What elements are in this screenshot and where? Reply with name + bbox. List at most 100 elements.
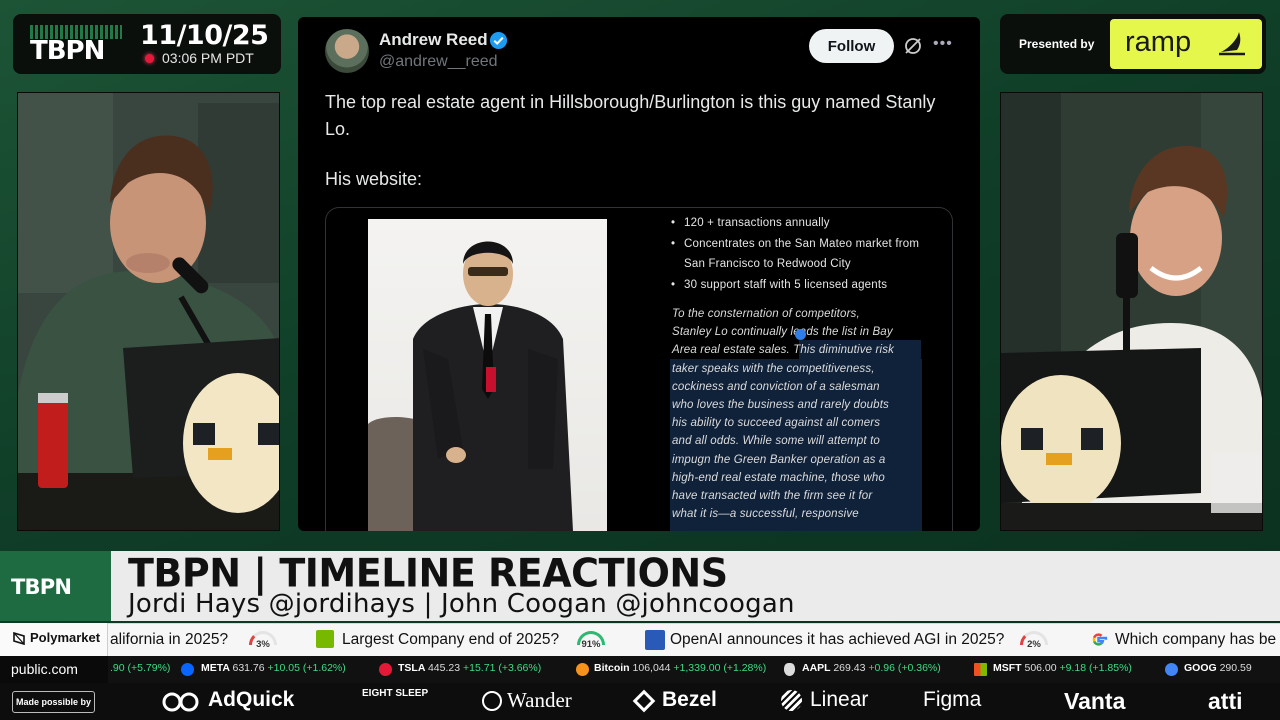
presented-by-label: Presented by	[1019, 37, 1095, 51]
tbpn-logo-text: TBPN	[30, 36, 105, 66]
host-right-video-icon	[1001, 93, 1262, 530]
host-left-video-icon	[18, 93, 279, 530]
stock-price: 269.43	[833, 662, 866, 674]
made-possible-label: Made possible by	[12, 691, 95, 713]
stock-quote: AAPL 269.43 +0.96 (+0.36%)	[802, 662, 941, 674]
wander-globe-icon	[482, 691, 502, 711]
apple-icon	[784, 663, 795, 676]
quote-line: taker speaks with the competitiveness,	[672, 362, 875, 375]
host-names: Jordi Hays @jordihays | John Coogan @joh…	[128, 589, 795, 619]
quote-line: high-end real estate machine, those who	[672, 471, 885, 484]
meta-icon	[181, 663, 194, 676]
selection-handle-icon[interactable]	[795, 329, 806, 340]
author-name[interactable]: Andrew Reed	[379, 30, 488, 50]
stock-price: 106,044	[632, 662, 671, 674]
market-question: OpenAI announces it has achieved AGI in …	[670, 631, 1005, 648]
quote-line: who loves the business and rarely doubts	[672, 399, 889, 412]
quote-line: and all odds. While some will attempt to	[672, 435, 880, 448]
public-com-label: public.com	[11, 661, 78, 677]
stock-change: (+5.79%)	[127, 662, 171, 674]
stock-price: 631.76	[232, 662, 265, 674]
stock-price: 506.00	[1024, 662, 1057, 674]
stock-quote: GOOG 290.59	[1184, 662, 1252, 674]
market-odds-gauge: 2%	[1020, 631, 1048, 653]
quote-line: have transacted with the firm see it for	[672, 490, 873, 503]
stock-symbol: Bitcoin	[594, 662, 630, 674]
stock-price: 445.23	[427, 662, 461, 674]
sponsor-bezel: Bezel	[662, 688, 717, 711]
list-item: 30 support staff with 5 licensed agents	[671, 275, 921, 296]
market-question: Largest Company end of 2025?	[342, 631, 560, 648]
stock-symbol: MSFT	[993, 662, 1022, 674]
polymarket-label: Polymarket	[30, 630, 101, 645]
stock-symbol: AAPL	[802, 662, 831, 674]
stock-change: +15.71 (+3.66%)	[463, 662, 542, 674]
broadcast-time: 03:06 PM PDT	[162, 50, 254, 66]
stock-change: +10.05 (+1.62%)	[267, 662, 346, 674]
linear-icon	[781, 690, 802, 711]
quote-line: what it is—a successful, responsive	[672, 508, 859, 521]
sponsor-figma: Figma	[923, 688, 982, 711]
broadcast-screen: TBPN 11/10/25 03:06 PM PDT Presented by …	[0, 0, 1280, 720]
stock-price: .90	[110, 662, 125, 674]
camera-feed-right	[1000, 92, 1263, 531]
sponsor-vanta: Vanta	[1064, 688, 1126, 714]
broadcast-date: 11/10/25	[140, 20, 269, 51]
verified-badge-icon	[489, 31, 508, 50]
market-odds-gauge: 91%	[577, 631, 605, 653]
quote-line: impugn the Green Banker operation as a	[672, 453, 886, 466]
nvidia-icon	[316, 630, 334, 648]
live-indicator-icon	[145, 54, 154, 63]
gauge-icon	[249, 631, 277, 645]
sponsor-eight-sleep: EIGHT SLEEP	[362, 688, 429, 699]
openai-market-icon	[645, 630, 665, 650]
stock-quote: .90 (+5.79%)	[110, 662, 170, 674]
agent-photo	[368, 219, 607, 531]
sponsor-adquick: AdQuick	[208, 688, 295, 711]
bitcoin-icon	[576, 663, 589, 676]
gauge-icon	[1020, 631, 1048, 645]
gauge-icon	[577, 631, 605, 645]
grok-icon[interactable]	[903, 36, 923, 56]
stock-quote: Bitcoin 106,044 +1,339.00 (+1.28%)	[594, 662, 766, 674]
quote-line: his ability to succeed against all comer…	[672, 417, 881, 430]
author-avatar[interactable]	[325, 29, 369, 73]
market-question: Which company has be	[1115, 631, 1277, 648]
list-item: Concentrates on the San Mateo market fro…	[671, 234, 921, 275]
tweet-text: The top real estate agent in Hillsboroug…	[325, 92, 936, 139]
more-options-icon[interactable]: •••	[933, 35, 953, 53]
microsoft-icon	[974, 663, 987, 676]
stock-symbol: TSLA	[398, 662, 426, 674]
sponsor-attio: atti	[1208, 688, 1243, 714]
tbpn-logo: TBPN	[30, 25, 122, 66]
agent-bullet-list: 120 + transactions annually Concentrates…	[671, 213, 921, 295]
camera-feed-left	[17, 92, 280, 531]
market-question: alifornia in 2025?	[110, 631, 229, 648]
polymarket-icon	[13, 631, 25, 646]
list-item: 120 + transactions annually	[671, 213, 921, 234]
stock-quote: MSFT 506.00 +9.18 (+1.85%)	[993, 662, 1132, 674]
quote-line: Area real estate sales. This diminutive …	[672, 344, 894, 357]
sponsor-wander: Wander	[507, 688, 572, 712]
stock-price: 290.59	[1219, 662, 1252, 674]
stock-quote: META 631.76 +10.05 (+1.62%)	[201, 662, 346, 674]
stock-change: +0.96 (+0.36%)	[868, 662, 941, 674]
follow-button[interactable]: Follow	[809, 29, 894, 63]
market-odds-gauge: 3%	[249, 631, 277, 653]
ramp-logo-text: ramp	[1125, 26, 1192, 58]
ramp-leaf-icon	[1219, 32, 1245, 56]
lower-third-logo: TBPN	[11, 575, 72, 599]
tweet-text-second-line: His website:	[325, 169, 423, 189]
stock-quote: TSLA 445.23 +15.71 (+3.66%)	[398, 662, 541, 674]
agent-portrait-icon	[368, 241, 573, 531]
stock-change: +1,339.00 (+1.28%)	[673, 662, 767, 674]
stock-symbol: GOOG	[1184, 662, 1217, 674]
sponsor-linear: Linear	[810, 688, 869, 711]
quote-line: To the consternation of competitors,	[672, 308, 860, 320]
stock-change: +9.18 (+1.85%)	[1059, 662, 1132, 674]
adquick-logo-icon	[162, 692, 199, 712]
author-handle[interactable]: @andrew__reed	[379, 53, 498, 71]
google-stock-icon	[1165, 663, 1178, 676]
tesla-icon	[379, 663, 392, 676]
stock-symbol: META	[201, 662, 230, 674]
